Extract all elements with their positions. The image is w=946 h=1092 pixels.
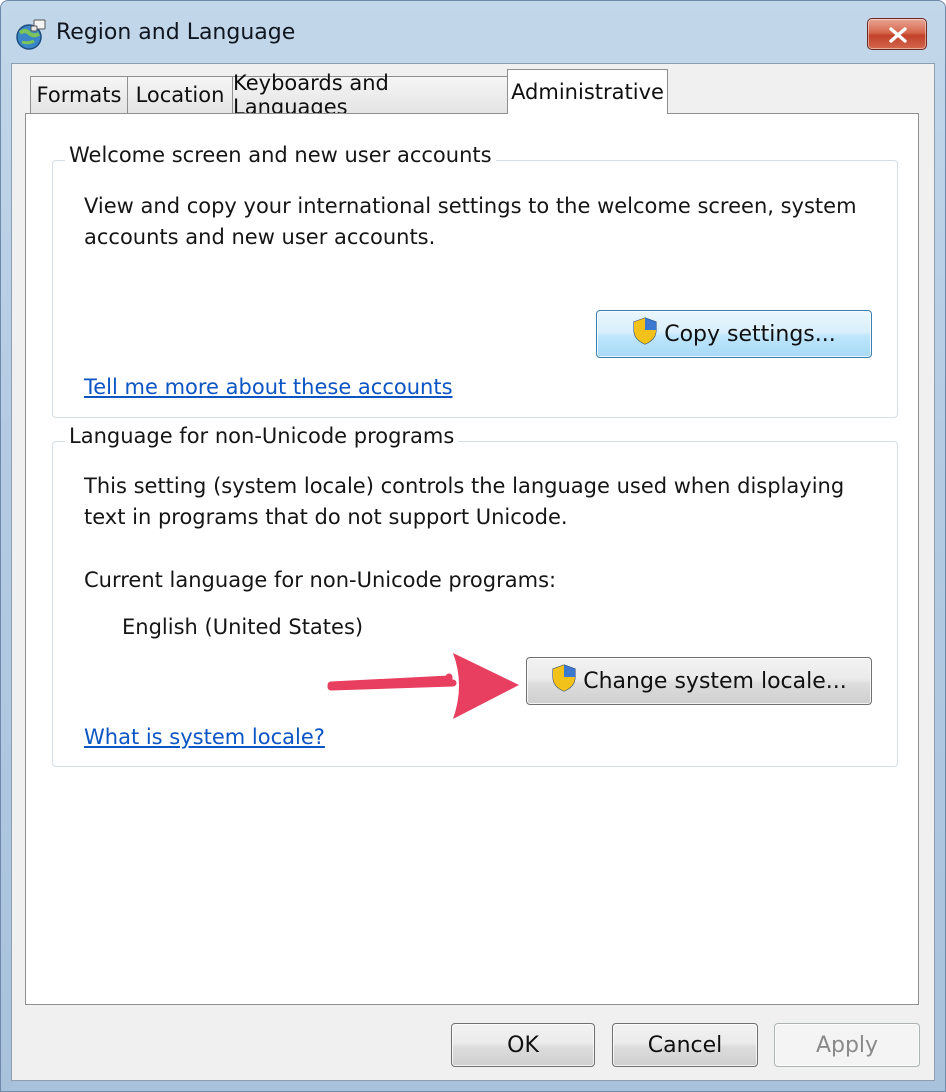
tab-location[interactable]: Location (127, 76, 233, 113)
tab-formats[interactable]: Formats (30, 76, 128, 113)
tab-page-administrative: Welcome screen and new user accounts Vie… (25, 113, 919, 1005)
uac-shield-icon (551, 664, 577, 698)
change-system-locale-button[interactable]: Change system locale... (526, 657, 872, 705)
uac-shield-icon (632, 317, 658, 351)
change-system-locale-label: Change system locale... (583, 668, 847, 694)
tell-me-more-link[interactable]: Tell me more about these accounts (84, 375, 453, 399)
non-unicode-group-title: Language for non-Unicode programs (65, 424, 459, 448)
what-is-system-locale-link[interactable]: What is system locale? (84, 725, 325, 749)
current-language-value: English (United States) (122, 615, 364, 639)
tab-keyboards-and-languages[interactable]: Keyboards and Languages (232, 71, 508, 119)
welcome-screen-group: Welcome screen and new user accounts Vie… (52, 143, 898, 418)
arrow-icon (327, 653, 519, 719)
copy-settings-label: Copy settings... (664, 321, 836, 347)
tab-administrative[interactable]: Administrative (507, 69, 668, 114)
dialog-client-area: Formats Location Keyboards and Languages… (11, 63, 935, 1081)
globe-icon (14, 18, 48, 52)
title-bar[interactable]: Region and Language (1, 1, 945, 69)
welcome-group-title: Welcome screen and new user accounts (65, 143, 496, 167)
ok-button[interactable]: OK (451, 1023, 595, 1067)
welcome-description: View and copy your international setting… (84, 194, 857, 249)
close-icon (889, 27, 907, 43)
close-button[interactable] (867, 18, 927, 50)
dialog-window: Region and Language Formats Location Key… (0, 0, 946, 1092)
cancel-button[interactable]: Cancel (612, 1023, 758, 1067)
non-unicode-description: This setting (system locale) controls th… (84, 474, 845, 529)
current-language-label: Current language for non-Unicode program… (84, 568, 557, 592)
apply-button[interactable]: Apply (774, 1023, 920, 1067)
window-title: Region and Language (56, 20, 296, 45)
copy-settings-button[interactable]: Copy settings... (596, 310, 872, 358)
